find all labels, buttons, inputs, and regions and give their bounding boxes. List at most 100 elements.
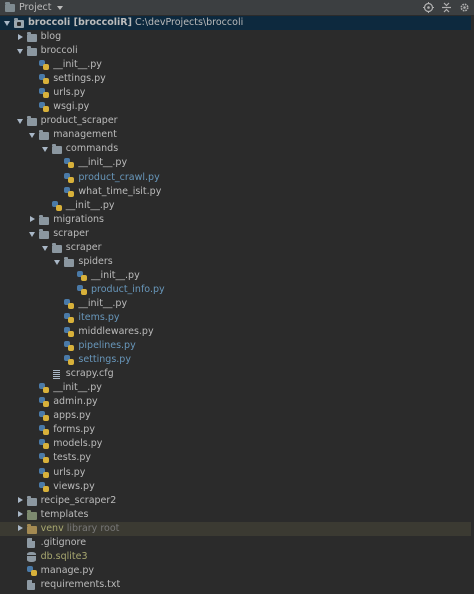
tree-folder-row[interactable]: spiders (0, 255, 474, 269)
tree-folder-row[interactable]: blog (0, 30, 474, 44)
tree-item-name: wsgi.py (53, 101, 90, 113)
tree-item-label: settings.py (78, 354, 131, 366)
tree-item-label: urls.py (53, 467, 85, 479)
folder-icon (26, 116, 37, 127)
tree-file-row[interactable]: product_info.py (0, 283, 474, 297)
tree-file-row[interactable]: .gitignore (0, 536, 474, 550)
collapsed-arrow-icon[interactable] (30, 216, 36, 223)
database-file-icon (26, 551, 36, 562)
expanded-arrow-icon[interactable] (54, 259, 61, 265)
tree-item-name: management (53, 129, 117, 141)
expanded-arrow-icon[interactable] (41, 245, 48, 251)
tree-file-row[interactable]: manage.py (0, 564, 474, 578)
tree-item-name: product_info.py (91, 283, 165, 295)
expanded-arrow-icon[interactable] (29, 231, 36, 237)
expanded-arrow-icon[interactable] (16, 49, 23, 55)
tree-file-row[interactable]: settings.py (0, 353, 474, 367)
tree-file-row[interactable]: __init__.py (0, 381, 474, 395)
tree-file-row[interactable]: items.py (0, 311, 474, 325)
python-file-icon (39, 74, 50, 85)
tree-folder-row[interactable]: broccoli (0, 44, 474, 58)
gear-icon[interactable] (458, 1, 470, 13)
tree-folder-row[interactable]: scraper (0, 227, 474, 241)
target-icon[interactable] (422, 1, 434, 13)
expanded-arrow-icon[interactable] (41, 147, 48, 153)
tree-file-row[interactable]: settings.py (0, 72, 474, 86)
tree-file-row[interactable]: product_crawl.py (0, 171, 474, 185)
tree-file-row[interactable]: tests.py (0, 451, 474, 465)
tree-item-name: tests.py (53, 452, 92, 464)
project-view-title[interactable]: Project (19, 2, 52, 13)
expanded-arrow-icon[interactable] (4, 21, 10, 26)
tree-file-row[interactable]: __init__.py (0, 269, 474, 283)
tree-item-label: management (53, 129, 117, 141)
tree-folder-row[interactable]: templates (0, 508, 474, 522)
tree-file-row[interactable]: db.sqlite3 (0, 550, 474, 564)
tree-item-label: spiders (78, 256, 112, 268)
tree-folder-row[interactable]: broccoli [broccoliR] C:\devProjects\broc… (0, 16, 474, 31)
tree-item-name: blog (40, 31, 62, 43)
tree-file-row[interactable]: admin.py (0, 395, 474, 409)
tree-file-row[interactable]: wsgi.py (0, 100, 474, 114)
view-dropdown-icon[interactable] (56, 5, 63, 10)
tree-file-row[interactable]: views.py (0, 480, 474, 494)
tree-item-label: .gitignore (41, 537, 86, 549)
python-file-icon (64, 172, 75, 183)
tree-item-label: urls.py (53, 87, 85, 99)
collapse-all-icon[interactable] (440, 1, 452, 13)
folder-icon (64, 256, 75, 267)
tree-item-name: middlewares.py (78, 326, 154, 338)
python-file-icon (64, 298, 75, 309)
tree-item-name: scrapy.cfg (65, 368, 114, 380)
config-file-icon (52, 369, 61, 380)
tree-file-row[interactable]: __init__.py (0, 297, 474, 311)
collapsed-arrow-icon[interactable] (17, 511, 23, 518)
tree-folder-row[interactable]: venv library root (0, 521, 474, 536)
tree-folder-row[interactable]: product_scraper (0, 114, 474, 128)
python-file-icon (64, 312, 75, 323)
tree-folder-row[interactable]: recipe_scraper2 (0, 494, 474, 508)
tree-file-row[interactable]: what_time_isit.py (0, 185, 474, 199)
tree-item-name: manage.py (40, 564, 95, 576)
tree-folder-row[interactable]: management (0, 128, 474, 142)
tree-item-label: scraper (53, 228, 89, 240)
tree-item-name: forms.py (53, 424, 95, 436)
tree-item-label: items.py (78, 312, 119, 324)
tree-file-row[interactable]: __init__.py (0, 156, 474, 170)
tree-folder-row[interactable]: scraper (0, 241, 474, 255)
tree-file-row[interactable]: models.py (0, 437, 474, 451)
tree-item-label: db.sqlite3 (41, 551, 88, 563)
tree-file-row[interactable]: apps.py (0, 409, 474, 423)
tree-file-row[interactable]: forms.py (0, 423, 474, 437)
tree-file-row[interactable]: __init__.py (0, 58, 474, 72)
tree-item-name: __init__.py (78, 157, 128, 169)
folder-icon (26, 32, 37, 43)
expanded-arrow-icon[interactable] (29, 133, 36, 139)
tree-file-row[interactable]: __init__.py (0, 199, 474, 213)
tree-item-label: __init__.py (91, 270, 140, 282)
tree-item-name: templates (40, 508, 89, 520)
tree-folder-row[interactable]: commands (0, 142, 474, 156)
tree-file-row[interactable]: pipelines.py (0, 339, 474, 353)
folder-icon (51, 144, 62, 155)
tree-folder-row[interactable]: migrations (0, 213, 474, 227)
tree-item-label: broccoli [broccoliR] C:\devProjects\broc… (28, 17, 243, 29)
python-file-icon (64, 341, 75, 352)
tree-file-row[interactable]: scrapy.cfg (0, 367, 474, 381)
python-file-icon (64, 327, 75, 338)
collapsed-arrow-icon[interactable] (17, 33, 23, 40)
tree-file-row[interactable]: middlewares.py (0, 325, 474, 339)
tree-file-row[interactable]: requirements.txt (0, 578, 474, 592)
tree-item-label: manage.py (41, 565, 94, 577)
python-file-icon (39, 453, 50, 464)
library-folder-icon (26, 523, 37, 534)
tree-file-row[interactable]: urls.py (0, 86, 474, 100)
collapsed-arrow-icon[interactable] (17, 525, 23, 532)
python-file-icon (39, 481, 50, 492)
collapsed-arrow-icon[interactable] (17, 497, 23, 504)
expanded-arrow-icon[interactable] (16, 119, 23, 125)
tree-file-row[interactable]: urls.py (0, 466, 474, 480)
tree-item-name: scraper (53, 227, 89, 239)
tree-item-label: admin.py (53, 396, 97, 408)
python-file-icon (39, 467, 50, 478)
